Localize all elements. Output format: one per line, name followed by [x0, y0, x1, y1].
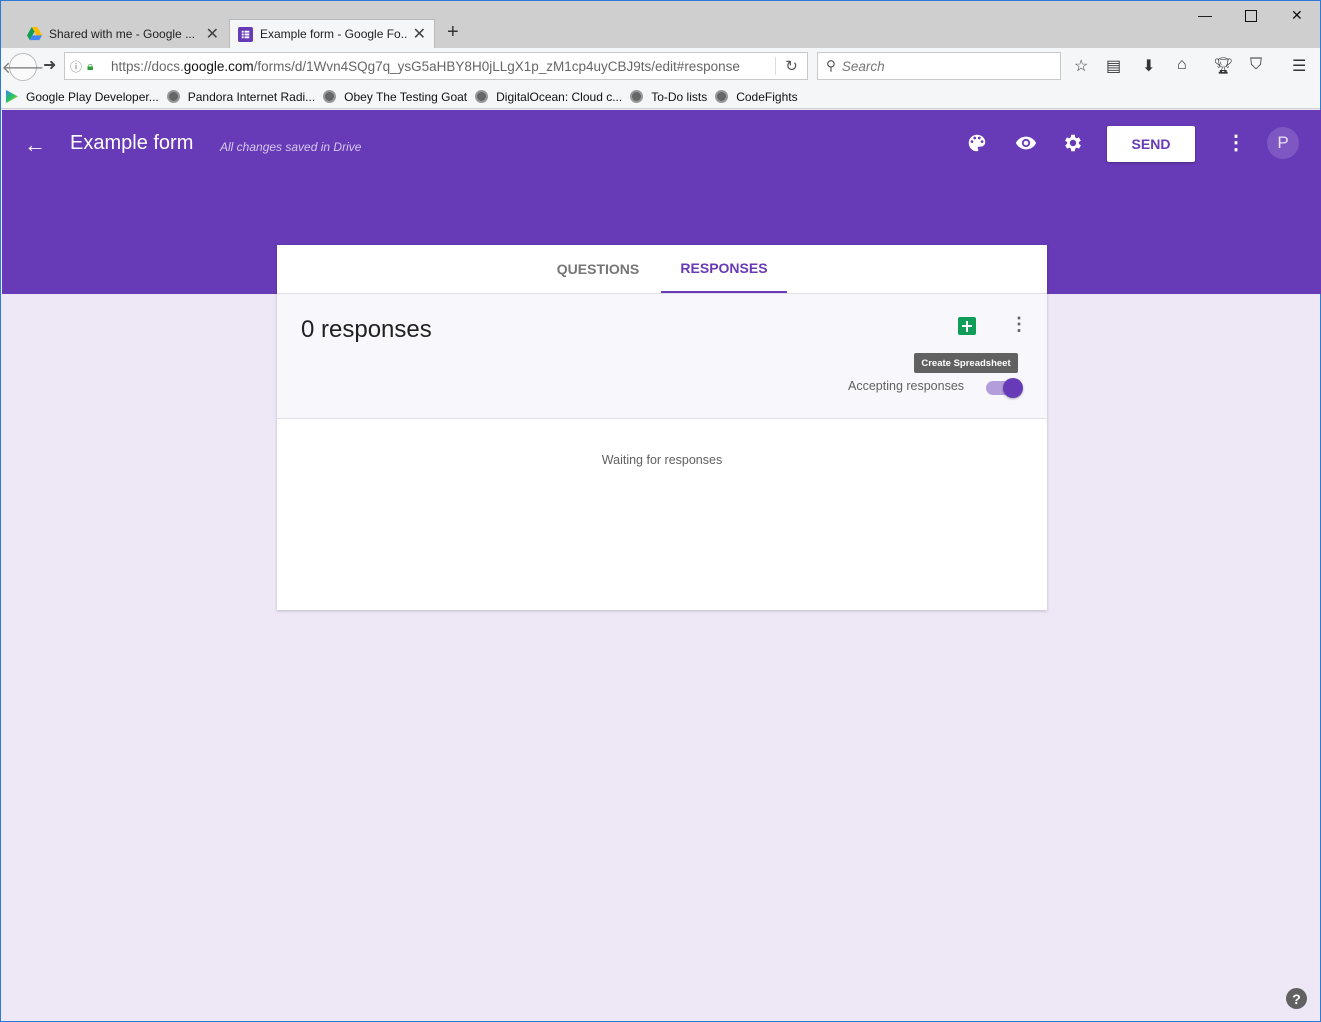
- globe-icon: [323, 90, 337, 103]
- bookmark-item[interactable]: Google Play Developer...: [6, 90, 159, 104]
- navigation-bar: 🡐 ➜ ⓘ 🔒︎ https://docs.google.com/forms/d…: [1, 48, 1320, 85]
- bookmark-item[interactable]: DigitalOcean: Cloud c...: [475, 90, 622, 104]
- info-icon[interactable]: ⓘ: [65, 58, 87, 75]
- form-tabs: QUESTIONS RESPONSES: [277, 245, 1047, 294]
- minimize-window-icon[interactable]: —: [1198, 7, 1212, 23]
- pocket-icon[interactable]: ⛉: [1250, 56, 1262, 74]
- menu-icon[interactable]: ☰: [1292, 56, 1306, 76]
- google-forms-icon: [238, 26, 253, 42]
- response-count: 0 responses: [301, 316, 432, 343]
- url-text[interactable]: https://docs.google.com/forms/d/1Wvn4SQg…: [105, 59, 775, 74]
- more-options-icon[interactable]: ⋮: [1010, 314, 1028, 335]
- tab-questions[interactable]: QUESTIONS: [535, 245, 661, 293]
- globe-icon: [166, 90, 180, 103]
- browser-tab-label: Example form - Google Fo...: [260, 27, 407, 41]
- search-placeholder: Search: [841, 58, 885, 74]
- url-path: /forms/d/1Wvn4SQg7q_ysG5aHBY8H0jLLgX1p_z…: [253, 58, 740, 74]
- bookmark-item[interactable]: Pandora Internet Radi...: [166, 89, 316, 104]
- bookmark-label: Pandora Internet Radi...: [187, 89, 316, 104]
- reading-list-icon[interactable]: ▤: [1106, 56, 1121, 76]
- download-icon[interactable]: ⬇: [1142, 56, 1155, 76]
- browser-titlebar: Shared with me - Google ... ✕ Example fo…: [1, 1, 1320, 48]
- form-title[interactable]: Example form: [70, 132, 193, 155]
- browser-tab-form[interactable]: Example form - Google Fo... ✕: [229, 19, 435, 48]
- avatar[interactable]: P: [1267, 127, 1299, 159]
- globe-icon: [715, 90, 729, 103]
- globe-icon: [630, 90, 644, 103]
- create-spreadsheet-icon[interactable]: [958, 317, 976, 335]
- back-arrow-icon[interactable]: 🡐: [2, 53, 44, 81]
- url-domain: google.com: [183, 58, 254, 74]
- bookmark-label: Google Play Developer...: [26, 89, 159, 104]
- bookmark-label: Obey The Testing Goat: [344, 89, 468, 104]
- bookmark-item[interactable]: CodeFights: [715, 89, 798, 104]
- preview-eye-icon[interactable]: [1014, 132, 1038, 160]
- toggle-knob[interactable]: [1003, 378, 1023, 398]
- tab-responses[interactable]: RESPONSES: [661, 245, 787, 293]
- home-icon[interactable]: ⌂: [1177, 56, 1187, 74]
- close-window-icon[interactable]: ✕: [1291, 7, 1303, 24]
- responses-card: QUESTIONS RESPONSES 0 responses ⋮ Create…: [277, 245, 1047, 610]
- new-tab-button[interactable]: +: [447, 21, 459, 44]
- bookmark-star-icon[interactable]: ☆: [1074, 56, 1088, 76]
- maximize-window-icon[interactable]: [1245, 9, 1257, 25]
- bookmark-item[interactable]: Obey The Testing Goat: [323, 90, 467, 104]
- browser-tab-label: Shared with me - Google ...: [49, 26, 196, 41]
- back-arrow-icon[interactable]: ←: [24, 132, 46, 158]
- tooltip: Create Spreadsheet: [914, 353, 1018, 373]
- search-input[interactable]: ⚲ Search: [817, 52, 1061, 80]
- saved-status: All changes saved in Drive: [220, 140, 362, 154]
- bookmark-label: DigitalOcean: Cloud c...: [496, 89, 623, 104]
- more-options-icon[interactable]: ⋮: [1226, 130, 1246, 155]
- browser-tab-drive[interactable]: Shared with me - Google ... ✕: [19, 19, 227, 48]
- help-icon[interactable]: ?: [1286, 988, 1307, 1009]
- url-prefix: https://docs.: [111, 58, 184, 74]
- close-tab-icon[interactable]: ✕: [413, 24, 426, 44]
- bookmarks-bar: Google Play Developer... Pandora Interne…: [1, 85, 1320, 109]
- lock-icon: 🔒︎: [87, 58, 94, 73]
- play-store-icon: [6, 90, 18, 103]
- browser-window: Shared with me - Google ... ✕ Example fo…: [0, 0, 1321, 1022]
- reload-icon[interactable]: ↻: [775, 57, 807, 75]
- palette-icon[interactable]: [966, 132, 988, 160]
- waiting-message: Waiting for responses: [601, 453, 723, 467]
- responses-summary: 0 responses ⋮ Create Spreadsheet Accepti…: [277, 294, 1047, 419]
- close-tab-icon[interactable]: ✕: [206, 24, 219, 44]
- search-icon: ⚲: [826, 58, 836, 73]
- accepting-responses-label: Accepting responses: [848, 379, 965, 393]
- send-button[interactable]: SEND: [1107, 126, 1195, 162]
- trophy-icon[interactable]: 🏆︎: [1213, 56, 1233, 76]
- globe-icon: [475, 90, 489, 103]
- bookmark-item[interactable]: To-Do lists: [630, 90, 707, 104]
- address-bar[interactable]: ⓘ 🔒︎ https://docs.google.com/forms/d/1Wv…: [64, 52, 808, 80]
- google-drive-icon: [27, 26, 42, 41]
- forward-arrow-icon[interactable]: ➜: [43, 55, 56, 75]
- settings-gear-icon[interactable]: [1062, 132, 1084, 160]
- bookmark-label: CodeFights: [736, 89, 798, 104]
- bookmark-label: To-Do lists: [651, 89, 708, 104]
